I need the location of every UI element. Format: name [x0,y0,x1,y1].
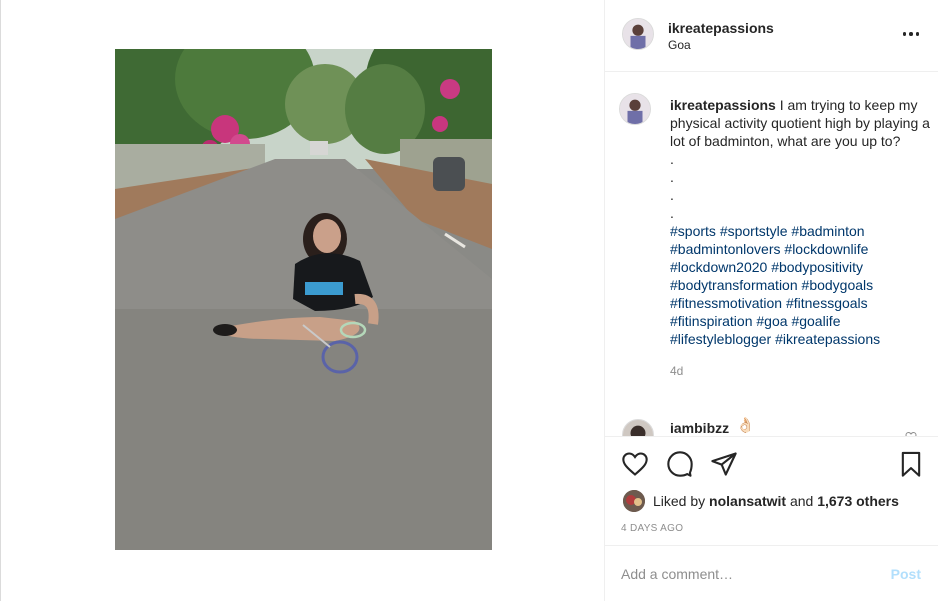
hashtag-link[interactable]: #lockdownlife [784,241,868,257]
post-date[interactable]: 4 DAYS AGO [621,523,683,534]
media-pane [1,0,604,601]
post-comment-button[interactable]: Post [891,566,921,582]
hashtag-link[interactable]: #bodygoals [802,277,874,293]
hashtag-link[interactable]: #fitinspiration [670,313,753,329]
author-avatar[interactable] [622,18,654,50]
caption-time-ago[interactable]: 4d [670,362,930,380]
comments-list[interactable]: ikreatepassions I am trying to keep my p… [605,73,938,436]
liker-username[interactable]: nolansatwit [709,493,786,509]
heart-icon[interactable] [621,450,649,478]
caption-author-avatar[interactable] [619,93,651,125]
hashtag-link[interactable]: #sportstyle [720,223,788,239]
post-dialog: ikreatepassions Goa ikreatepassions I am… [0,0,938,601]
hashtag-link[interactable]: #fitnessmotivation [670,295,782,311]
comment-text: 👌🏻 [736,417,755,434]
likes-summary: Liked by nolansatwit and 1,673 others [623,489,899,513]
post-side-panel: ikreatepassions Goa ikreatepassions I am… [604,0,938,601]
hashtag-link[interactable]: #bodytransformation [670,277,798,293]
hashtag-link[interactable]: #sports [670,223,716,239]
more-options-icon[interactable] [901,26,921,42]
hashtag-link[interactable]: #fitnessgoals [786,295,868,311]
caption-dot: . [670,187,674,203]
likes-count[interactable]: 1,673 others [817,493,899,509]
caption-dot: . [670,205,674,221]
commenter-username[interactable]: iambibzz [670,420,729,436]
caption-body: ikreatepassions I am trying to keep my p… [670,96,930,380]
hashtag-link[interactable]: #bodypositivity [771,259,863,275]
post-actions: Liked by nolansatwit and 1,673 others 4 … [605,436,938,601]
add-comment-bar: Post [605,545,938,601]
hashtag-link[interactable]: #ikreatepassions [775,331,880,347]
caption-dot: . [670,169,674,185]
post-photo[interactable] [115,49,492,550]
hashtag-link[interactable]: #badminton [791,223,864,239]
author-username[interactable]: ikreatepassions [668,20,774,36]
hashtag-link[interactable]: #lifestyleblogger [670,331,771,347]
caption-username[interactable]: ikreatepassions [670,97,776,113]
comment-input[interactable] [621,564,871,584]
post-location[interactable]: Goa [668,38,691,52]
hashtag-link[interactable]: #goa [756,313,787,329]
post-header: ikreatepassions Goa [605,0,938,72]
hashtag-link[interactable]: #badmintonlovers [670,241,781,257]
commenter-avatar[interactable] [622,419,654,436]
liker-avatar[interactable] [623,490,645,512]
caption-dot: . [670,151,674,167]
comment-bubble-icon[interactable] [666,450,694,478]
paper-plane-icon[interactable] [710,450,738,478]
hashtag-link[interactable]: #lockdown2020 [670,259,767,275]
likes-prefix: Liked by [653,493,710,509]
hashtag-list: #sports #sportstyle #badminton #badminto… [670,222,930,348]
comment-item: iambibzz 👌🏻 [605,414,938,436]
bookmark-icon[interactable] [897,450,925,478]
likes-middle: and [786,493,818,509]
hashtag-link[interactable]: #goalife [791,313,840,329]
